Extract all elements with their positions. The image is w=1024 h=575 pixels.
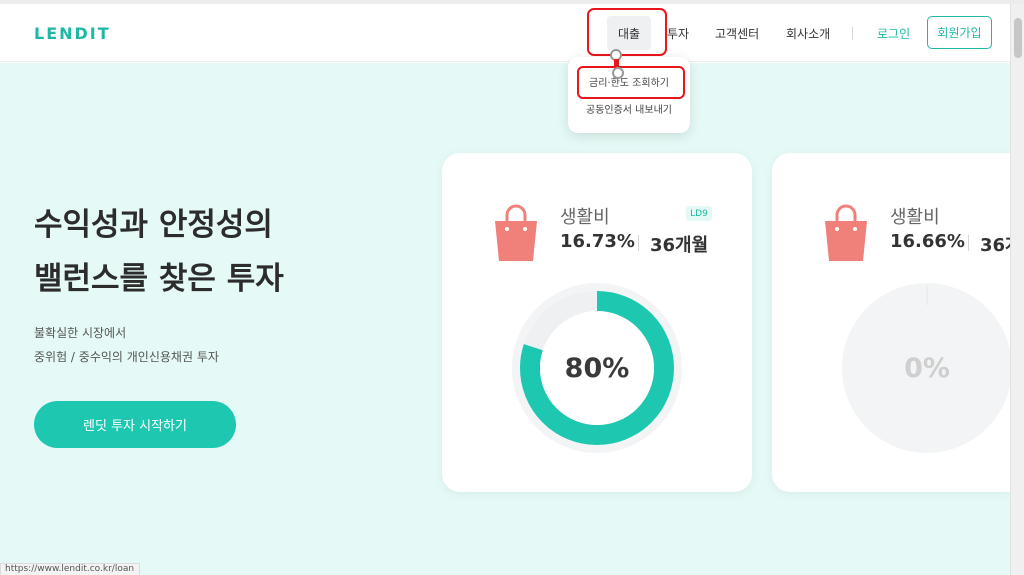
click-marker (612, 67, 624, 79)
hero-subtitle-line-2: 중위험 / 중수익의 개인신용채권 투자 (34, 350, 219, 364)
funding-progress-label: 0% (904, 352, 950, 384)
card-interest-rate: 16.73% (560, 231, 635, 252)
hero-title: 수익성과 안정성의 밸런스를 찾은 투자 (34, 198, 284, 306)
signup-button[interactable]: 회원가입 (927, 16, 992, 49)
nav-about[interactable]: 회사소개 (786, 25, 830, 42)
loan-product-card[interactable]: 생활비 16.66% 36개월 0% (772, 153, 1010, 492)
browser-status-url: https://www.lendit.co.kr/loan (0, 563, 140, 575)
card-interest-rate: 16.66% (890, 231, 965, 252)
scrollbar-thumb[interactable] (1014, 18, 1022, 58)
nav-invest[interactable]: 투자 (667, 25, 689, 42)
shopping-bag-icon (825, 204, 867, 261)
nav-support[interactable]: 고객센터 (715, 25, 759, 42)
card-category: 생활비 (560, 207, 610, 228)
login-link[interactable]: 로그인 (877, 25, 910, 42)
shopping-bag-icon (495, 204, 537, 261)
hero-title-line-2: 밸런스를 찾은 투자 (34, 261, 284, 297)
product-grade-badge: LD9 (686, 206, 712, 221)
vertical-scrollbar[interactable] (1010, 4, 1024, 575)
site-header: LENDIT 대출 투자 고객센터 회사소개 로그인 회원가입 (0, 4, 1010, 62)
funding-progress-label: 80% (564, 352, 630, 384)
hero-subtitle: 불확실한 시장에서 중위험 / 중수익의 개인신용채권 투자 (34, 321, 219, 369)
card-separator (638, 235, 639, 251)
menu-item-export-certificate[interactable]: 공동인증서 내보내기 (568, 101, 690, 116)
hero-title-line-1: 수익성과 안정성의 (34, 207, 273, 243)
annotation-box-rate-inquiry (577, 66, 685, 99)
loan-product-card[interactable]: 생활비 LD9 16.73% 36개월 80% (442, 153, 752, 492)
hero-subtitle-line-1: 불확실한 시장에서 (34, 326, 127, 340)
start-investing-button[interactable]: 렌딧 투자 시작하기 (34, 401, 236, 448)
card-category: 생활비 (890, 207, 940, 228)
card-term: 36개월 (980, 235, 1010, 256)
annotation-box-loan (587, 8, 667, 56)
nav-divider (852, 27, 853, 40)
lendit-logo[interactable]: LENDIT (34, 24, 111, 43)
card-term: 36개월 (650, 235, 709, 256)
card-separator (968, 235, 969, 251)
